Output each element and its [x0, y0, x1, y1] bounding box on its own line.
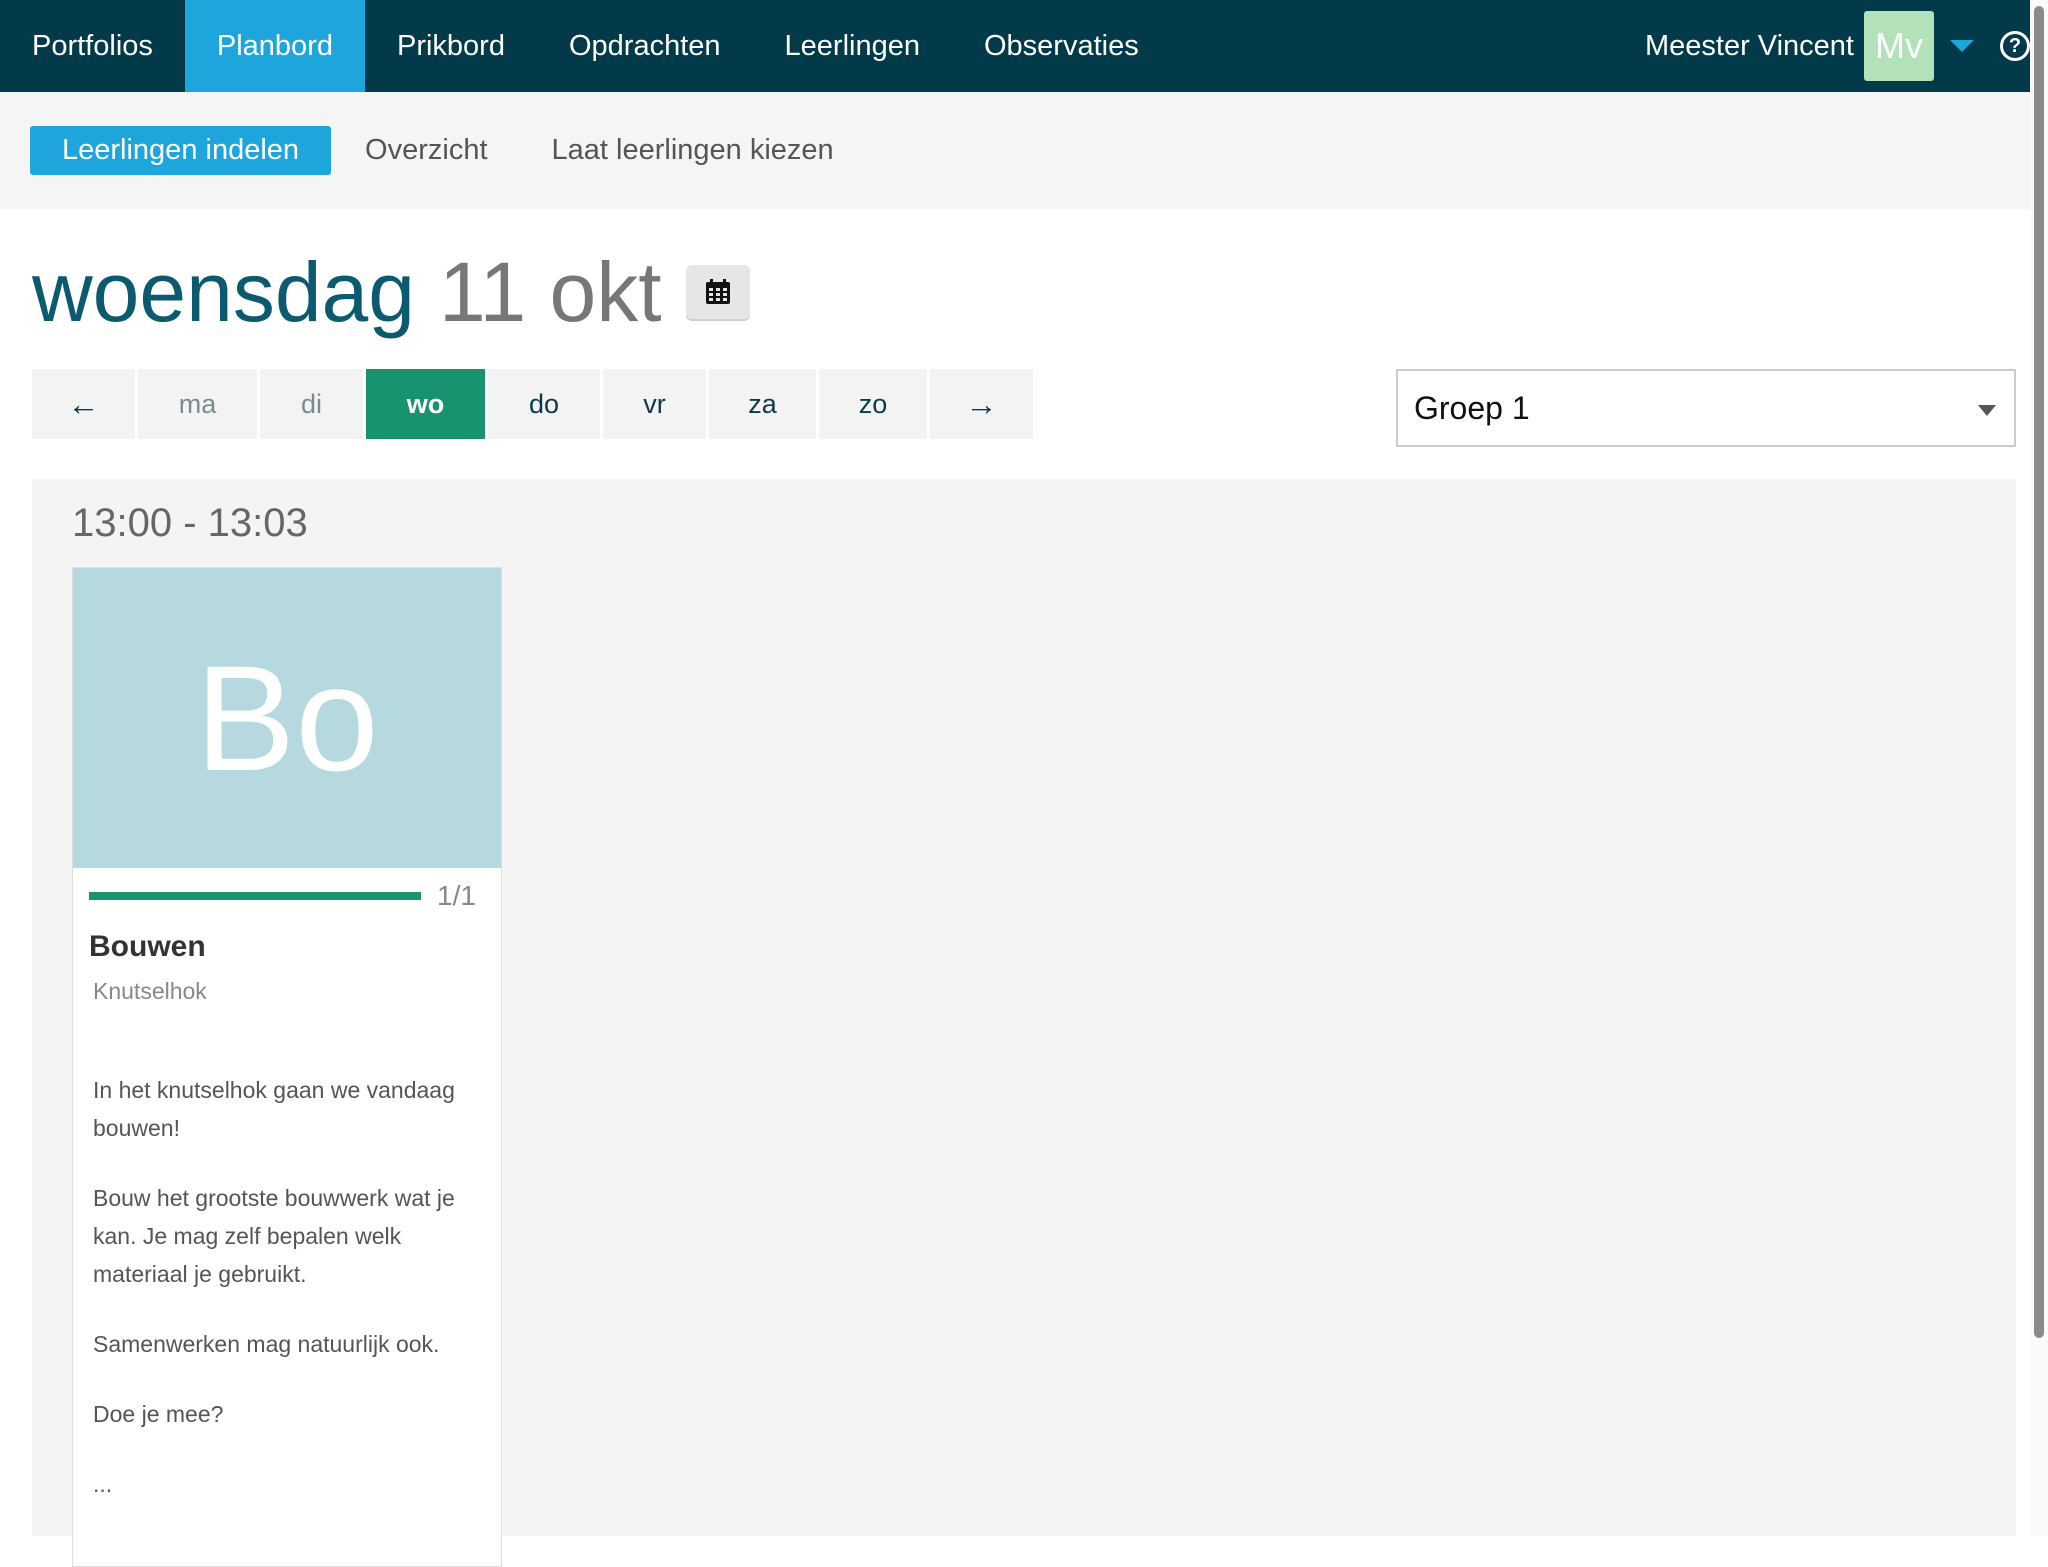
group-select-value: Groep 1 — [1414, 389, 1530, 426]
calendar-icon — [705, 279, 730, 304]
activity-initials: Bo — [195, 633, 379, 802]
day-tab-za[interactable]: za — [709, 369, 816, 439]
progress-fill — [89, 892, 421, 900]
day-tab-di[interactable]: di — [260, 369, 363, 439]
nav-item-opdrachten[interactable]: Opdrachten — [537, 0, 753, 92]
subnav-leerlingen-indelen[interactable]: Leerlingen indelen — [30, 126, 332, 175]
day-tab-zo[interactable]: zo — [819, 369, 927, 439]
activity-location: Knutselhok — [93, 978, 207, 1004]
sub-navigation: Leerlingen indelen Overzicht Laat leerli… — [0, 92, 2030, 209]
group-select[interactable]: Groep 1 — [1396, 369, 2016, 447]
subnav-overzicht[interactable]: Overzicht — [333, 126, 519, 175]
progress-bar — [89, 892, 421, 900]
prev-week-button[interactable]: ← — [32, 369, 135, 439]
nav-item-prikbord[interactable]: Prikbord — [365, 0, 537, 92]
time-slot-label: 13:00 - 13:03 — [72, 501, 308, 545]
top-navigation: Portfolios Planbord Prikbord Opdrachten … — [0, 0, 2048, 92]
page-title: woensdag 11 okt — [32, 250, 750, 334]
description-paragraph: In het knutselhok gaan we vandaag bouwen… — [93, 1077, 455, 1141]
subnav-laat-leerlingen-kiezen[interactable]: Laat leerlingen kiezen — [520, 126, 866, 175]
activity-description: In het knutselhok gaan we vandaag bouwen… — [73, 1005, 501, 1503]
activity-title: Bouwen — [89, 930, 206, 963]
nav-item-leerlingen[interactable]: Leerlingen — [753, 0, 952, 92]
description-paragraph: Bouw het grootste bouwwerk wat je kan. J… — [93, 1185, 455, 1287]
dropdown-arrow-icon — [1978, 405, 1996, 416]
help-icon[interactable]: ? — [2000, 31, 2030, 61]
description-paragraph: Doe je mee? — [93, 1401, 224, 1427]
nav-item-observaties[interactable]: Observaties — [952, 0, 1171, 92]
calendar-button[interactable] — [685, 265, 750, 319]
day-name: woensdag — [32, 245, 415, 339]
day-date: 11 okt — [438, 245, 662, 339]
day-tab-ma[interactable]: ma — [138, 369, 257, 439]
day-tab-do[interactable]: do — [488, 369, 600, 439]
user-name[interactable]: Meester Vincent — [1645, 30, 1854, 63]
schedule-panel: 13:00 - 13:03 Bo 1/1 Bouwen Knutselhok I… — [32, 479, 2016, 1567]
activity-thumbnail: Bo — [73, 568, 501, 868]
avatar[interactable]: Mv — [1864, 11, 1934, 81]
day-tab-wo[interactable]: wo — [366, 369, 485, 439]
activity-card[interactable]: Bo 1/1 Bouwen Knutselhok In het knutselh… — [72, 567, 502, 1567]
day-tab-vr[interactable]: vr — [603, 369, 706, 439]
progress-row: 1/1 — [73, 868, 501, 912]
description-paragraph: Samenwerken mag natuurlijk ook. — [93, 1331, 440, 1357]
chevron-down-icon[interactable] — [1950, 40, 1974, 52]
nav-item-planbord[interactable]: Planbord — [184, 0, 365, 92]
page-scrollbar[interactable] — [2030, 0, 2048, 1536]
next-week-button[interactable]: → — [930, 369, 1033, 439]
description-paragraph: ... — [93, 1471, 113, 1497]
nav-item-portfolios[interactable]: Portfolios — [0, 0, 185, 92]
user-menu: Meester Vincent Mv ? — [1645, 0, 2048, 92]
week-navigation: ← ma di wo do vr za zo → — [32, 369, 1036, 439]
progress-count: 1/1 — [437, 880, 476, 911]
scrollbar-thumb[interactable] — [2034, 6, 2044, 1338]
